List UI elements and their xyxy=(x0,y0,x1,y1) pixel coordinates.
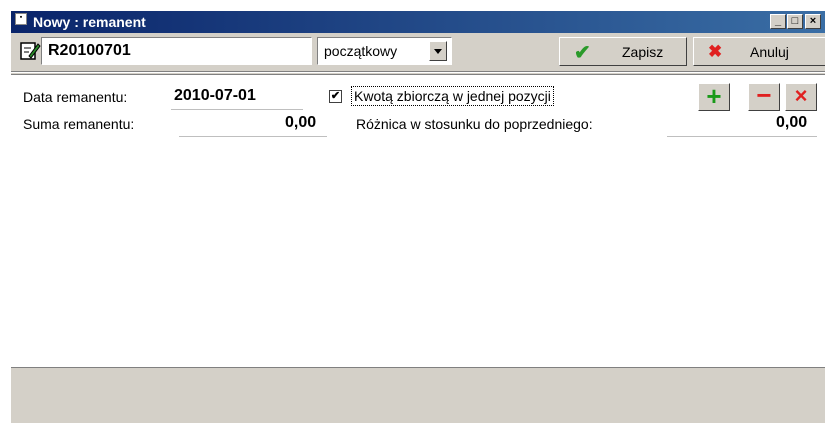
save-button[interactable]: ✔ Zapisz xyxy=(559,37,687,66)
toolbar-separator xyxy=(11,71,825,73)
window-title: Nowy : remanent xyxy=(33,14,146,30)
document-type-value: początkowy xyxy=(324,43,398,59)
cancel-button-label: Anuluj xyxy=(750,44,789,60)
minimize-button[interactable]: _ xyxy=(770,14,786,29)
form-panel: Data remanentu: 2010-07-01 ✔ Kwotą zbior… xyxy=(11,74,825,368)
checkmark-icon: ✔ xyxy=(574,42,591,64)
delete-row-button[interactable]: × xyxy=(785,83,817,111)
maximize-button[interactable]: □ xyxy=(787,14,803,29)
document-window: ▪ Nowy : remanent _ □ × R20100701 począt… xyxy=(10,10,825,423)
remove-row-button[interactable]: − xyxy=(748,82,780,111)
cancel-x-icon: ✖ xyxy=(708,42,723,61)
title-bar[interactable]: ▪ Nowy : remanent _ □ × xyxy=(11,11,825,33)
difference-label: Różnica w stosunku do poprzedniego: xyxy=(356,116,593,132)
cancel-button[interactable]: ✖ Anuluj xyxy=(693,37,825,66)
window-icon: ▪ xyxy=(15,13,27,25)
difference-value: 0,00 xyxy=(776,114,808,131)
sum-label: Suma remanentu: xyxy=(23,116,135,132)
bulk-amount-checkbox[interactable]: ✔ xyxy=(329,90,342,103)
sum-underline xyxy=(179,136,327,137)
bulk-amount-checkbox-label[interactable]: Kwotą zbiorczą w jednej pozycji xyxy=(351,86,554,106)
close-button[interactable]: × xyxy=(805,14,821,29)
date-underline xyxy=(171,109,303,110)
add-row-button[interactable]: + xyxy=(698,83,730,111)
date-label: Data remanentu: xyxy=(23,89,128,105)
save-button-label: Zapisz xyxy=(622,44,664,60)
document-number-field[interactable]: R20100701 xyxy=(41,37,312,65)
date-value[interactable]: 2010-07-01 xyxy=(174,87,256,105)
chevron-down-icon[interactable] xyxy=(429,41,447,61)
difference-underline xyxy=(667,136,817,137)
document-type-select[interactable]: początkowy xyxy=(317,37,452,65)
sum-value: 0,00 xyxy=(285,114,317,131)
edit-document-icon xyxy=(20,42,41,60)
